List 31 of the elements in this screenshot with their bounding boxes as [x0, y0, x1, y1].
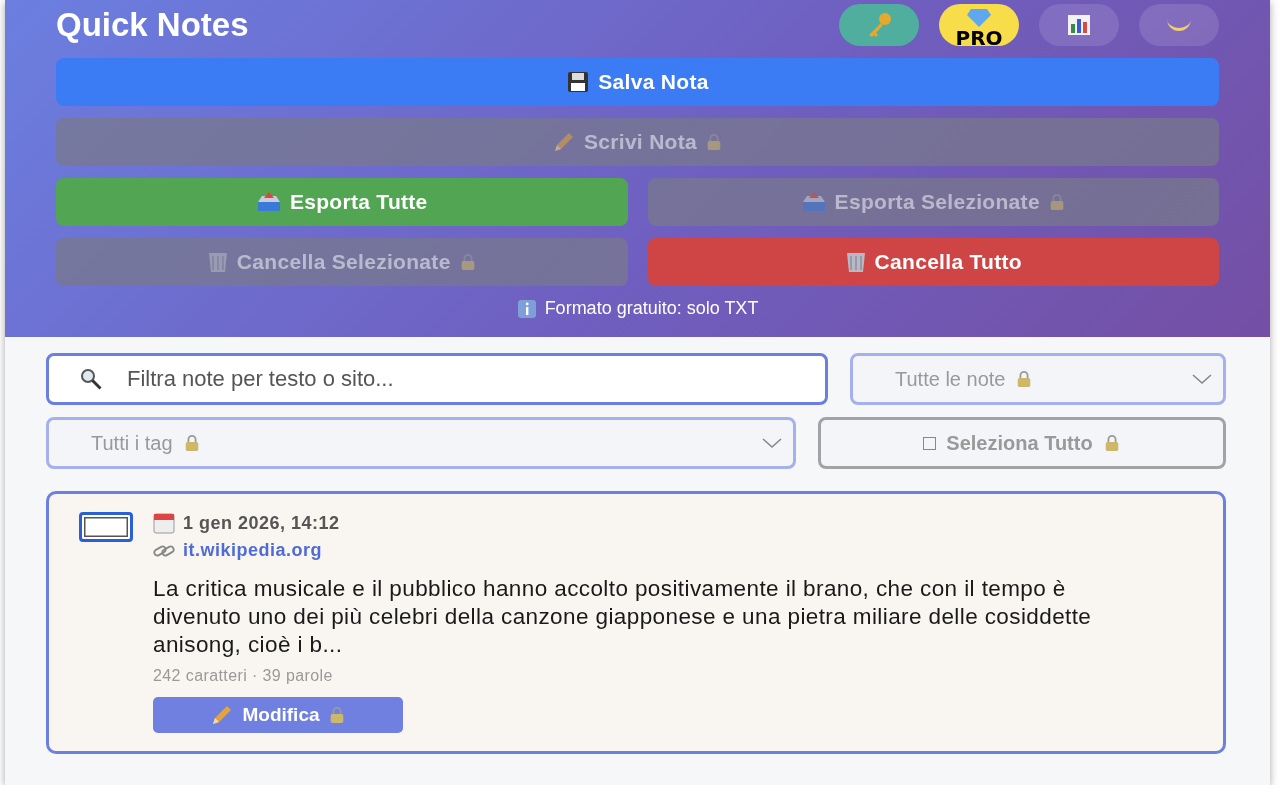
- trash-can-icon: [844, 250, 867, 274]
- pro-button[interactable]: PRO: [939, 4, 1019, 46]
- note-date: 1 gen 2026, 14:12: [183, 512, 340, 534]
- select-all-button[interactable]: Seleziona Tutto: [818, 417, 1226, 469]
- format-note: Formato gratuito: solo TXT: [544, 298, 759, 319]
- search-icon: [80, 368, 102, 390]
- calendar-icon: [153, 512, 175, 534]
- note-checkbox[interactable]: [79, 512, 133, 542]
- stats-button[interactable]: [1039, 4, 1119, 46]
- pencil-icon: [552, 130, 576, 154]
- tag-filter-dropdown[interactable]: Tutti i tag: [46, 417, 796, 469]
- diamond-icon: [966, 8, 992, 28]
- trash-can-icon: [206, 250, 229, 274]
- site-link[interactable]: it.wikipedia.org: [183, 540, 323, 561]
- key-button[interactable]: [839, 4, 919, 46]
- chevron-down-icon: [1191, 373, 1213, 385]
- action-button[interactable]: Salva Nota: [56, 58, 1219, 106]
- bar-chart-icon: [1067, 14, 1091, 36]
- action-button[interactable]: Esporta Tutte: [56, 178, 628, 226]
- app-title: Quick Notes: [56, 6, 249, 44]
- action-button[interactable]: Cancella Tutto: [647, 238, 1219, 286]
- inbox-tray-icon: [800, 190, 827, 214]
- note-text: La critica musicale e il pubblico hanno accolto positivamente il brano, che con il tempo è divenuto uno dei più celebri della canzone giapponese e una pietra miliare delle cosiddette anisong, cioè i b...: [153, 575, 1093, 659]
- inbox-tray-icon: [255, 190, 282, 214]
- note-filter-dropdown[interactable]: Tutte le note: [850, 353, 1226, 405]
- note-stats: 242 caratteri · 39 parole: [153, 667, 334, 685]
- info-icon: [516, 298, 537, 319]
- edit-button[interactable]: Modifica: [153, 697, 403, 733]
- crescent-moon-icon: [1166, 18, 1192, 32]
- search-field[interactable]: Filtra note per testo o sito...: [46, 353, 828, 405]
- chevron-down-icon: [761, 437, 783, 449]
